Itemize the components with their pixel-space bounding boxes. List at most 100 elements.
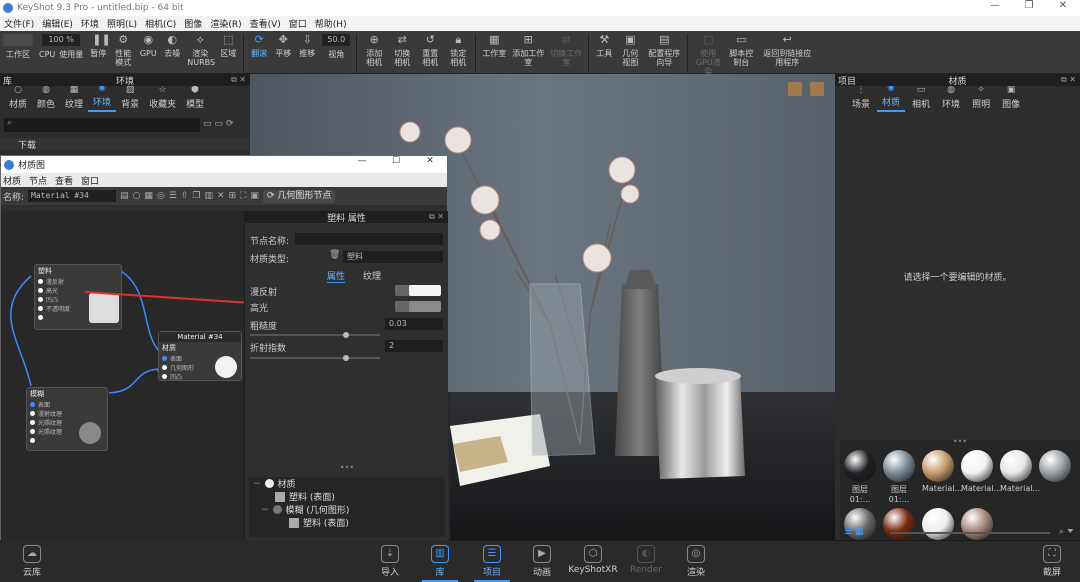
- search-filter-icon[interactable]: ⌕ ⏷: [1059, 527, 1074, 537]
- perf-mode-button[interactable]: ⚙ 性能模式: [110, 31, 136, 68]
- fov-field[interactable]: 50.0: [322, 34, 351, 46]
- menu-lighting[interactable]: 照明(L): [107, 17, 137, 30]
- tab-favorites[interactable]: ☆ 收藏夹: [144, 85, 181, 112]
- mg-menu-material[interactable]: 材质: [3, 174, 21, 187]
- switch-studio-button[interactable]: ⇄ 切换工作室: [547, 31, 585, 68]
- copy-icon[interactable]: ❐: [192, 191, 200, 201]
- menu-help[interactable]: 帮助(H): [315, 17, 347, 30]
- material-thumbnail[interactable]: 图层 01:...: [883, 450, 915, 504]
- material-thumbnail[interactable]: [883, 508, 915, 542]
- pan-button[interactable]: ✥ 平移: [271, 31, 295, 59]
- tree-item-plastic-surface[interactable]: 塑料 (表面): [249, 490, 445, 503]
- minimize-button[interactable]: —: [978, 0, 1012, 11]
- cpu-usage[interactable]: 100 % CPU 使用量: [36, 31, 86, 59]
- diffuse-color-swatch[interactable]: [409, 285, 441, 296]
- library-search-input[interactable]: ⌕: [4, 118, 200, 132]
- target-icon[interactable]: ◎: [157, 191, 165, 201]
- align-icon[interactable]: ☰: [169, 191, 177, 201]
- cpu-usage-field[interactable]: 100 %: [42, 34, 81, 46]
- pause-button[interactable]: ❚❚ 暂停: [86, 31, 110, 59]
- render-disabled-button[interactable]: ◐ Render: [628, 545, 664, 575]
- render-nurbs-button[interactable]: ⟡ 渲染NURBS: [184, 31, 216, 68]
- cloud-library-button[interactable]: ☁ 云库: [14, 545, 50, 578]
- close-button[interactable]: ✕: [1046, 0, 1080, 11]
- material-thumbnail[interactable]: Material...: [961, 450, 1001, 504]
- tab-camera[interactable]: ▭ 相机: [907, 85, 935, 112]
- tab-colors[interactable]: ◍ 颜色: [32, 85, 60, 112]
- material-thumbnail[interactable]: 图层 01:...: [844, 450, 876, 504]
- material-type-select[interactable]: 塑料: [343, 251, 443, 263]
- library-folder-item[interactable]: 下载: [0, 138, 250, 151]
- node-canvas[interactable]: 塑料 漫反射 高光 凹凸 不透明度 Material #34 材质 表面 几何图…: [1, 211, 325, 541]
- menu-window[interactable]: 窗口: [289, 17, 307, 30]
- menu-file[interactable]: 文件(F): [4, 17, 34, 30]
- material-name-input[interactable]: Material #34: [28, 190, 117, 202]
- menu-environment[interactable]: 环境: [81, 17, 99, 30]
- trash-icon[interactable]: 🗑︎: [329, 250, 340, 260]
- menu-edit[interactable]: 编辑(E): [42, 17, 73, 30]
- panel-controls-icon[interactable]: ⧉ ✕: [1061, 75, 1076, 85]
- lock-camera-button[interactable]: 🔒︎ 锁定相机: [444, 31, 472, 68]
- tree-item-blur-geometry[interactable]: − 模糊 (几何图形): [249, 503, 445, 517]
- sphere-icon[interactable]: ○: [133, 191, 141, 201]
- mg-close-button[interactable]: ✕: [413, 156, 447, 166]
- mg-menu-window[interactable]: 窗口: [81, 174, 99, 187]
- config-wizard-button[interactable]: ▤ 配置程序向导: [644, 31, 684, 68]
- render-button[interactable]: ◎ 渲染: [678, 545, 714, 578]
- animation-button[interactable]: ▶ 动画: [524, 545, 560, 578]
- tree-item-material[interactable]: − 材质: [249, 477, 445, 491]
- mg-menu-view[interactable]: 查看: [55, 174, 73, 187]
- mg-menu-node[interactable]: 节点: [29, 174, 47, 187]
- tab-material[interactable]: ◉ 材质: [877, 83, 906, 112]
- save-icon[interactable]: ▤: [120, 191, 129, 201]
- folder-open-icon[interactable]: ▭: [215, 119, 224, 129]
- menu-image[interactable]: 图像: [184, 17, 202, 30]
- drag-handle-icon[interactable]: •••: [245, 463, 449, 472]
- mg-minimize-button[interactable]: —: [345, 156, 379, 166]
- ior-input[interactable]: 2: [385, 340, 443, 352]
- geometry-view-button[interactable]: ▣ 几何视图: [616, 31, 644, 68]
- roughness-knob[interactable]: [343, 332, 349, 338]
- workarea-button[interactable]: 工作区: [0, 31, 36, 59]
- keyshotxr-button[interactable]: ⬡ KeyShotXR: [568, 545, 618, 575]
- node-add-icon[interactable]: ▣: [250, 191, 259, 201]
- library-button[interactable]: ▥ 库: [422, 545, 458, 582]
- specular-color-swatch[interactable]: [409, 301, 441, 312]
- field-of-view[interactable]: 50.0 视角: [319, 31, 353, 59]
- menu-view[interactable]: 查看(V): [250, 17, 281, 30]
- project-button[interactable]: ☰ 项目: [474, 545, 510, 582]
- studio-button[interactable]: ▦ 工作室: [479, 31, 509, 59]
- screenshot-button[interactable]: ⛶ 截屏: [1034, 545, 1070, 578]
- add-camera-button[interactable]: ⊕ 添加相机: [360, 31, 388, 68]
- refresh-icon[interactable]: ⟳: [226, 119, 234, 129]
- import-button[interactable]: ⇣ 导入: [372, 545, 408, 578]
- ior-slider[interactable]: [250, 357, 380, 359]
- node-name-input[interactable]: [295, 233, 443, 245]
- back-to-linked-button[interactable]: ↩ 返回到链接应用程序: [757, 31, 817, 68]
- mg-maximize-button[interactable]: ☐: [379, 156, 413, 166]
- geometry-node-button[interactable]: ⟳ 几何图形节点: [262, 189, 336, 203]
- view-toggle-icon[interactable]: ☰ ▦: [844, 527, 863, 537]
- tab-lighting[interactable]: ✧ 照明: [967, 85, 995, 112]
- tab-properties[interactable]: 属性: [327, 269, 346, 283]
- script-console-button[interactable]: ▭ 脚本控制台: [725, 31, 757, 68]
- gpu-button[interactable]: ◉ GPU: [136, 31, 160, 59]
- tools-button[interactable]: ⚒ 工具: [592, 31, 616, 59]
- switch-camera-button[interactable]: ⇄ 切换相机: [388, 31, 416, 68]
- tab-environments[interactable]: ◉ 环境: [88, 83, 117, 112]
- paste-icon[interactable]: ▥: [205, 191, 214, 201]
- region-button[interactable]: ⬚ 区域: [216, 31, 240, 59]
- tab-backplates[interactable]: ▨ 背景: [116, 85, 144, 112]
- material-thumbnail[interactable]: [922, 508, 954, 542]
- menu-camera[interactable]: 相机(C): [145, 17, 176, 30]
- ior-knob[interactable]: [343, 355, 349, 361]
- tab-environment[interactable]: ◍ 环境: [937, 85, 965, 112]
- thumbnail-size-slider[interactable]: [890, 532, 1050, 534]
- frame-icon[interactable]: ⛶: [240, 191, 246, 201]
- reset-camera-button[interactable]: ↺ 重置相机: [416, 31, 444, 68]
- material-thumbnail[interactable]: [1039, 450, 1071, 504]
- dolly-button[interactable]: ⇩ 推移: [295, 31, 319, 59]
- roughness-input[interactable]: 0.03: [385, 318, 443, 330]
- add-studio-button[interactable]: ⊞ 添加工作室: [509, 31, 547, 68]
- panel-controls-icon[interactable]: ⧉ ✕: [429, 212, 444, 222]
